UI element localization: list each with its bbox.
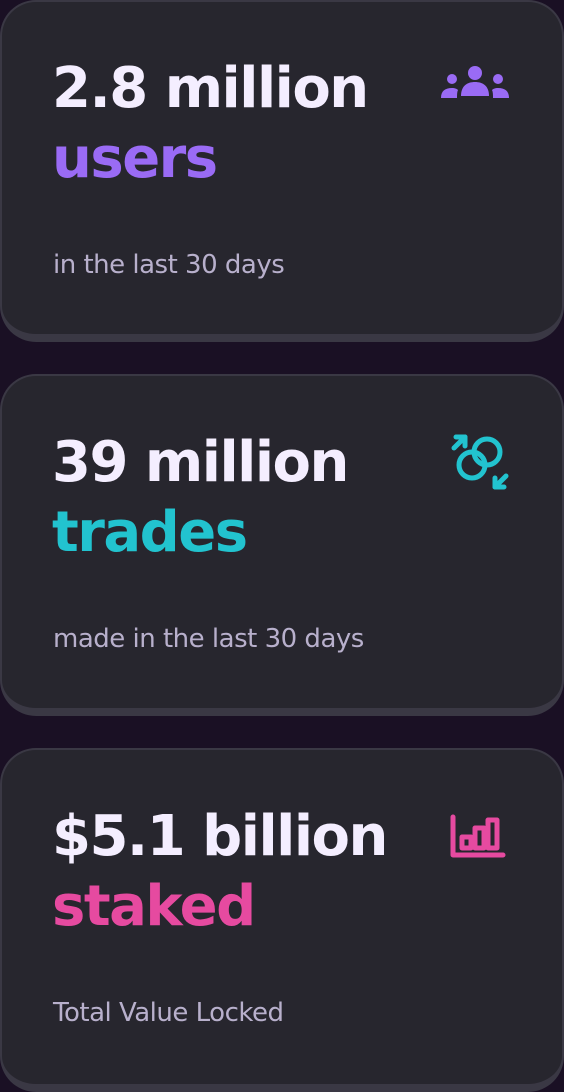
stat-card-users: 2.8 million users in the last 30 days [0,0,564,342]
stat-value: 2.8 million [52,56,369,121]
stat-label: staked [52,874,256,939]
stat-card-staked: $5.1 billion staked Total Value Locked [0,748,564,1092]
users-group-icon [438,64,516,112]
stat-value: 39 million [52,430,349,495]
stat-card-trades: 39 million trades made in the last 30 da… [0,374,564,716]
stat-description: made in the last 30 days [53,624,364,654]
bar-chart-icon [450,814,506,860]
trade-swap-icon [450,432,510,492]
stat-label: users [52,126,218,191]
stat-label: trades [52,500,248,565]
stat-description: in the last 30 days [53,250,285,280]
stat-description: Total Value Locked [53,998,284,1028]
stat-value: $5.1 billion [52,804,388,869]
